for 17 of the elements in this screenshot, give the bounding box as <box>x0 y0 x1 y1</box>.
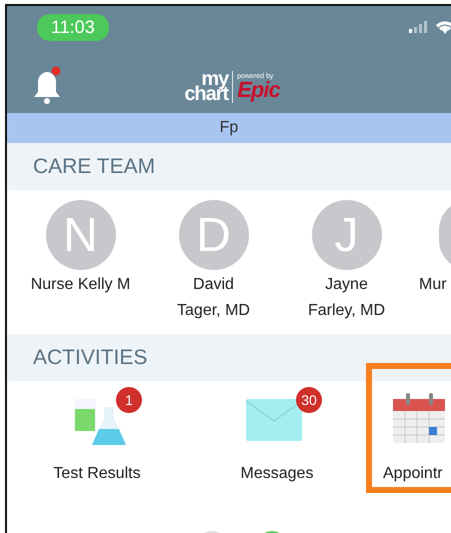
activity-label[interactable]: Messages <box>240 465 314 483</box>
member-name[interactable]: Jayne Farley, MD <box>308 272 386 324</box>
patient-bar: Fp <box>7 113 451 143</box>
section-header: ACTIVITIES <box>7 334 451 381</box>
member-name[interactable]: Nurse Kelly M <box>30 272 130 298</box>
section-header: CARE TEAM <box>7 143 451 190</box>
activity-label[interactable]: Appointr <box>383 465 443 483</box>
activity-label[interactable]: Test Results <box>53 465 141 483</box>
member-name[interactable]: Mur <box>419 272 447 298</box>
bell-icon[interactable] <box>33 66 63 104</box>
wifi-icon <box>435 20 451 34</box>
logo-brand: Epic <box>237 80 280 100</box>
count-badge: 30 <box>296 387 322 413</box>
count-badge: 1 <box>116 387 142 413</box>
signal-icon <box>409 21 429 33</box>
status-time: 11:03 <box>37 14 109 40</box>
member-name[interactable]: David Tager, MD <box>177 272 250 324</box>
